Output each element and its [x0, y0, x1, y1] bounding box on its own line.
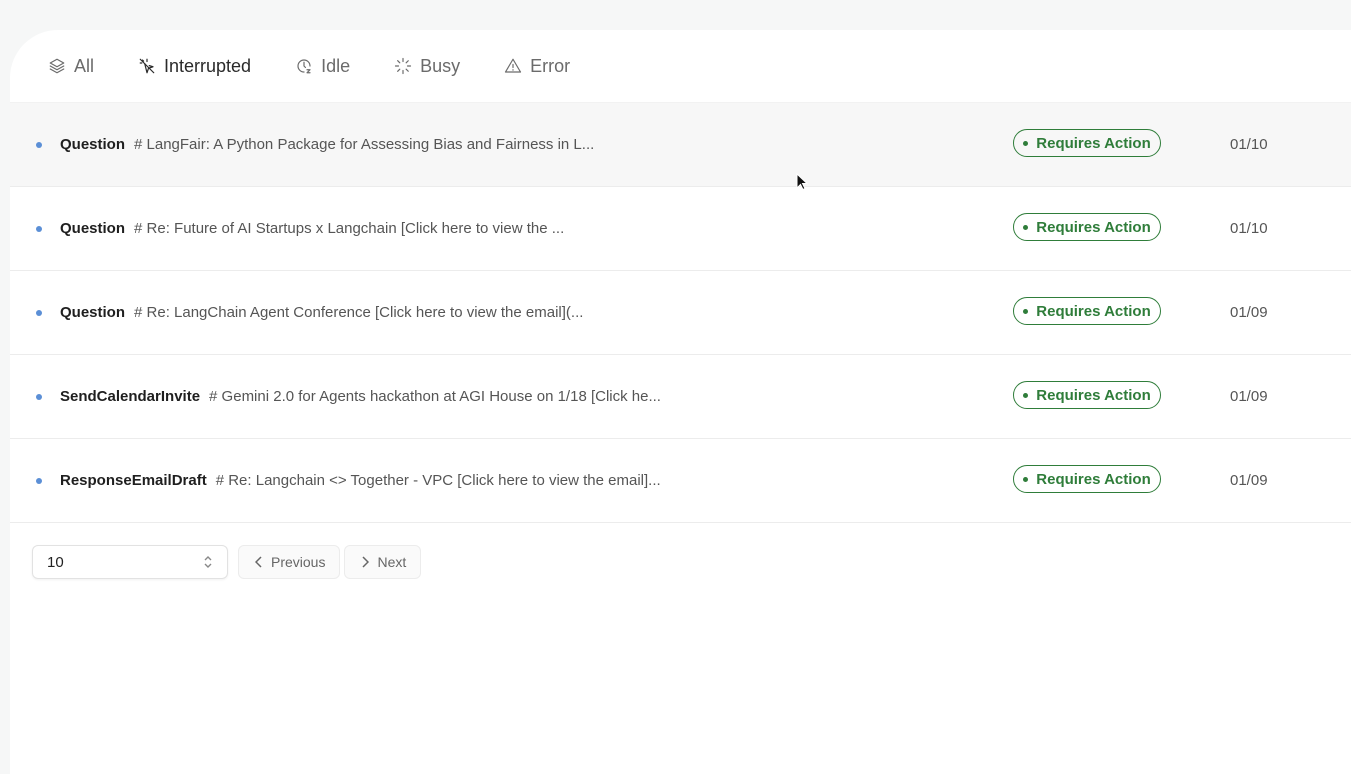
pointer-off-icon: [139, 58, 155, 74]
unread-dot: [36, 309, 42, 316]
status-badge: Requires Action: [1013, 297, 1161, 325]
next-button[interactable]: Next: [344, 545, 422, 579]
thread-date: 01/09: [1230, 304, 1268, 321]
status-badge: Requires Action: [1013, 465, 1161, 493]
thread-description: # Re: LangChain Agent Conference [Click …: [134, 304, 584, 321]
thread-date: 01/09: [1230, 388, 1268, 405]
inbox-card: All Interrupted Idle Busy Error Question…: [10, 30, 1351, 774]
thread-date: 01/09: [1230, 472, 1268, 489]
alert-triangle-icon: [505, 58, 522, 73]
thread-description: # Re: Langchain <> Together - VPC [Click…: [215, 472, 661, 489]
status-dot: [1023, 140, 1029, 146]
chevron-up-down-icon: [204, 556, 212, 568]
thread-list: Question # LangFair: A Python Package fo…: [10, 102, 1351, 523]
chevron-right-icon: [362, 556, 370, 568]
status-label: Requires Action: [1036, 218, 1151, 236]
thread-description: # Gemini 2.0 for Agents hackathon at AGI…: [209, 388, 661, 405]
thread-type: SendCalendarInvite: [60, 388, 201, 405]
status-badge: Requires Action: [1013, 129, 1161, 157]
layers-icon: [49, 58, 65, 74]
tab-label: All: [74, 55, 95, 76]
tab-all[interactable]: All: [48, 56, 94, 77]
unread-dot: [36, 393, 42, 400]
thread-description: # Re: Future of AI Startups x Langchain …: [134, 220, 565, 237]
tab-busy[interactable]: Busy: [394, 56, 460, 77]
page-size-select[interactable]: 10: [32, 545, 228, 579]
thread-type: Question: [60, 220, 126, 237]
page-size-value: 10: [47, 553, 64, 571]
tab-label: Idle: [321, 55, 351, 76]
tab-label: Error: [530, 55, 571, 76]
status-label: Requires Action: [1036, 386, 1151, 404]
status-tabs: All Interrupted Idle Busy Error: [10, 30, 1351, 102]
thread-type: Question: [60, 136, 126, 153]
loader-icon: [395, 57, 412, 75]
tab-interrupted[interactable]: Interrupted: [138, 56, 251, 77]
status-dot: [1023, 308, 1029, 314]
status-dot: [1023, 224, 1029, 230]
tab-label: Busy: [420, 55, 461, 76]
thread-row[interactable]: ResponseEmailDraft # Re: Langchain <> To…: [10, 439, 1351, 523]
thread-description: # LangFair: A Python Package for Assessi…: [134, 136, 595, 153]
pagination: 10 Previous Next: [10, 545, 1351, 579]
unread-dot: [36, 477, 42, 484]
tab-error[interactable]: Error: [504, 56, 570, 77]
unread-dot: [36, 225, 42, 232]
thread-type: Question: [60, 304, 126, 321]
status-label: Requires Action: [1036, 134, 1151, 152]
thread-row[interactable]: Question # Re: Future of AI Startups x L…: [10, 187, 1351, 271]
thread-row[interactable]: SendCalendarInvite # Gemini 2.0 for Agen…: [10, 355, 1351, 439]
tab-idle[interactable]: Idle: [295, 56, 350, 77]
status-label: Requires Action: [1036, 302, 1151, 320]
chevron-left-icon: [255, 556, 262, 568]
status-badge: Requires Action: [1013, 381, 1161, 409]
status-badge: Requires Action: [1013, 213, 1161, 241]
thread-row[interactable]: Question # LangFair: A Python Package fo…: [10, 103, 1351, 187]
previous-button[interactable]: Previous: [238, 545, 341, 579]
previous-label: Previous: [271, 554, 326, 570]
status-dot: [1023, 392, 1029, 398]
mouse-cursor-icon: [796, 173, 808, 191]
status-label: Requires Action: [1036, 470, 1151, 488]
tab-label: Interrupted: [164, 55, 252, 76]
clock-icon: [297, 59, 311, 74]
next-label: Next: [377, 554, 407, 570]
thread-date: 01/10: [1230, 220, 1268, 237]
unread-dot: [36, 141, 42, 148]
thread-type: ResponseEmailDraft: [60, 472, 207, 489]
thread-date: 01/10: [1230, 136, 1268, 153]
thread-row[interactable]: Question # Re: LangChain Agent Conferenc…: [10, 271, 1351, 355]
status-dot: [1023, 476, 1029, 482]
